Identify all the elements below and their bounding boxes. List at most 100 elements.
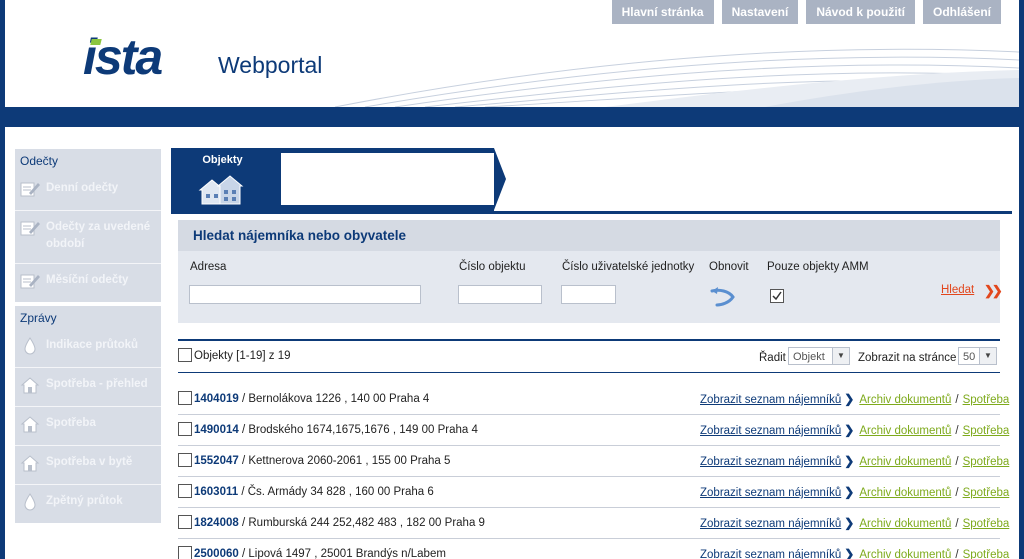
row-actions: Zobrazit seznam nájemníků ❯ Archiv dokumen… [700,485,1009,499]
archive-link[interactable]: Archiv dokumentů [859,394,951,406]
sidebar-item-mesicni-odecty[interactable]: Měsíční odečty [15,264,161,302]
amm-checkbox[interactable] [770,289,784,303]
chevron-down-icon: ▼ [979,348,996,364]
tenants-link[interactable]: Zobrazit seznam nájemníků [700,549,841,559]
row-actions: Zobrazit seznam nájemníků ❯ Archiv dokumen… [700,547,1009,559]
nav-hlavni-stranka[interactable]: Hlavní stránka [611,0,714,24]
chevron-right-icon: ❯ [844,454,855,468]
consumption-link[interactable]: Spotřeba [963,518,1010,530]
object-id: 1552047 [194,455,239,467]
check-icon [772,291,782,301]
row-text: 1603011 / Čs. Armády 34 828 , 160 00 Pra… [194,486,434,498]
nav-navod[interactable]: Návod k použití [806,0,915,24]
pencil-icon [20,182,40,197]
main-panel: Hledat nájemníka nebo obyvatele Adresa Č… [171,211,1012,559]
product-title: Webportal [218,52,323,78]
archive-link[interactable]: Archiv dokumentů [859,487,951,499]
row-checkbox[interactable] [178,422,192,436]
sort-label: Řadit [759,352,786,364]
separator: / [955,487,959,499]
archive-link[interactable]: Archiv dokumentů [859,456,951,468]
search-button[interactable]: Hledat [941,284,974,296]
content-area: Odečty Denní odečty Odečty za uvedené ob… [5,127,1019,559]
sidebar-item-label: Odečty za uvedené období [46,221,151,250]
sort-select[interactable]: Objekt ▼ [788,347,850,365]
object-address: / Čs. Armády 34 828 , 160 00 Praha 6 [238,486,434,498]
consumption-link[interactable]: Spotřeba [963,487,1010,499]
archive-link[interactable]: Archiv dokumentů [859,518,951,530]
sidebar-group-odecty: Odečty Denní odečty Odečty za uvedené ob… [15,149,161,302]
sidebar-item-denni-odecty[interactable]: Denní odečty [15,172,161,211]
search-title: Hledat nájemníka nebo obyvatele [178,220,1000,251]
adresa-input[interactable] [189,285,421,304]
sidebar: Odečty Denní odečty Odečty za uvedené ob… [15,149,161,559]
tenants-link[interactable]: Zobrazit seznam nájemníků [700,425,841,437]
consumption-link[interactable]: Spotřeba [963,394,1010,406]
sidebar-item-odecty-za-obdobi[interactable]: Odečty za uvedené období [15,211,161,264]
sidebar-item-spotreba-v-byte[interactable]: Spotřeba v bytě [15,446,161,485]
house-icon [20,455,40,472]
consumption-link[interactable]: Spotřeba [963,425,1010,437]
separator: / [955,425,959,437]
archive-link[interactable]: Archiv dokumentů [859,549,951,559]
nav-odhlaseni[interactable]: Odhlášení [922,0,1001,24]
sidebar-item-indikace-pruttoku[interactable]: Indikace průtoků [15,329,161,368]
row-actions: Zobrazit seznam nájemníků ❯ Archiv dokumen… [700,454,1009,468]
house-icon [20,416,40,433]
sidebar-item-spotreba[interactable]: Spotřeba [15,407,161,446]
tab-objekty[interactable]: Objekty [171,148,274,211]
row-actions: Zobrazit seznam nájemníků ❯ Archiv dokumen… [700,392,1009,406]
consumption-link[interactable]: Spotřeba [963,549,1010,559]
tab-label: Objekty [202,154,243,166]
cislo-objektu-input[interactable] [458,285,542,304]
tenants-link[interactable]: Zobrazit seznam nájemníků [700,394,841,406]
obnovit-label: Obnovit [709,261,749,273]
house-icon [20,377,40,394]
refresh-icon[interactable] [709,283,739,309]
row-checkbox[interactable] [178,453,192,467]
divider [178,372,1000,373]
sidebar-group-zpravy: Zprávy Indikace průtoků Spotřeba - přehl… [15,306,161,523]
nav-nastaveni[interactable]: Nastavení [721,0,799,24]
row-actions: Zobrazit seznam nájemníků ❯ Archiv dokumen… [700,423,1009,437]
tenants-link[interactable]: Zobrazit seznam nájemníků [700,456,841,468]
svg-text:ista: ista [83,30,162,80]
page-size-select[interactable]: 50 ▼ [958,347,997,365]
double-chevron-right-icon[interactable]: ❯❯ [984,283,1003,299]
object-id: 1603011 [194,486,239,498]
archive-link[interactable]: Archiv dokumentů [859,425,951,437]
row-checkbox[interactable] [178,546,192,559]
row-checkbox[interactable] [178,391,192,405]
select-all-checkbox[interactable] [178,348,192,362]
list-toolbar: Objekty [1-19] z 19 Řadit Objekt ▼ Zobra… [178,342,1000,372]
chevron-right-icon: ❯ [844,485,855,499]
row-text: 1824008 / Rumburská 244 252,482 483 , 18… [194,517,485,529]
sidebar-item-zpetny-prutok[interactable]: Zpětný průtok [15,485,161,523]
row-checkbox[interactable] [178,515,192,529]
sidebar-item-label: Denní odečty [46,182,119,194]
table-row: 1824008 / Rumburská 244 252,482 483 , 18… [178,508,1009,539]
row-checkbox[interactable] [178,484,192,498]
table-row: 2500060 / Lipová 1497 , 25001 Brandýs n/… [178,539,1009,559]
tenants-link[interactable]: Zobrazit seznam nájemníků [700,518,841,530]
separator: / [955,394,959,406]
row-text: 1552047 / Kettnerova 2060-2061 , 155 00 … [194,455,450,467]
tab-empty-slot [281,153,494,205]
sidebar-item-label: Spotřeba - přehled [46,378,148,390]
consumption-link[interactable]: Spotřeba [963,456,1010,468]
pencil-icon [20,221,40,236]
cislo-jednotky-input[interactable] [561,285,616,304]
object-address: / Brodského 1674,1675,1676 , 149 00 Prah… [238,424,478,436]
cislo-jednotky-label: Číslo uživatelské jednotky [562,261,695,273]
sidebar-item-label: Spotřeba [46,417,96,429]
sidebar-item-label: Měsíční odečty [46,274,129,286]
sidebar-item-spotreba-prehled[interactable]: Spotřeba - přehled [15,368,161,407]
header: Hlavní stránka Nastavení Návod k použití… [5,0,1019,107]
object-id: 1824008 [194,517,239,529]
pencil-icon [20,274,40,289]
object-id: 1490014 [194,424,239,436]
chevron-right-icon: ❯ [844,392,855,406]
buildings-icon [198,175,244,205]
object-list: 1404019 / Bernolákova 1226 , 140 00 Prah… [178,384,1009,559]
tenants-link[interactable]: Zobrazit seznam nájemníků [700,487,841,499]
